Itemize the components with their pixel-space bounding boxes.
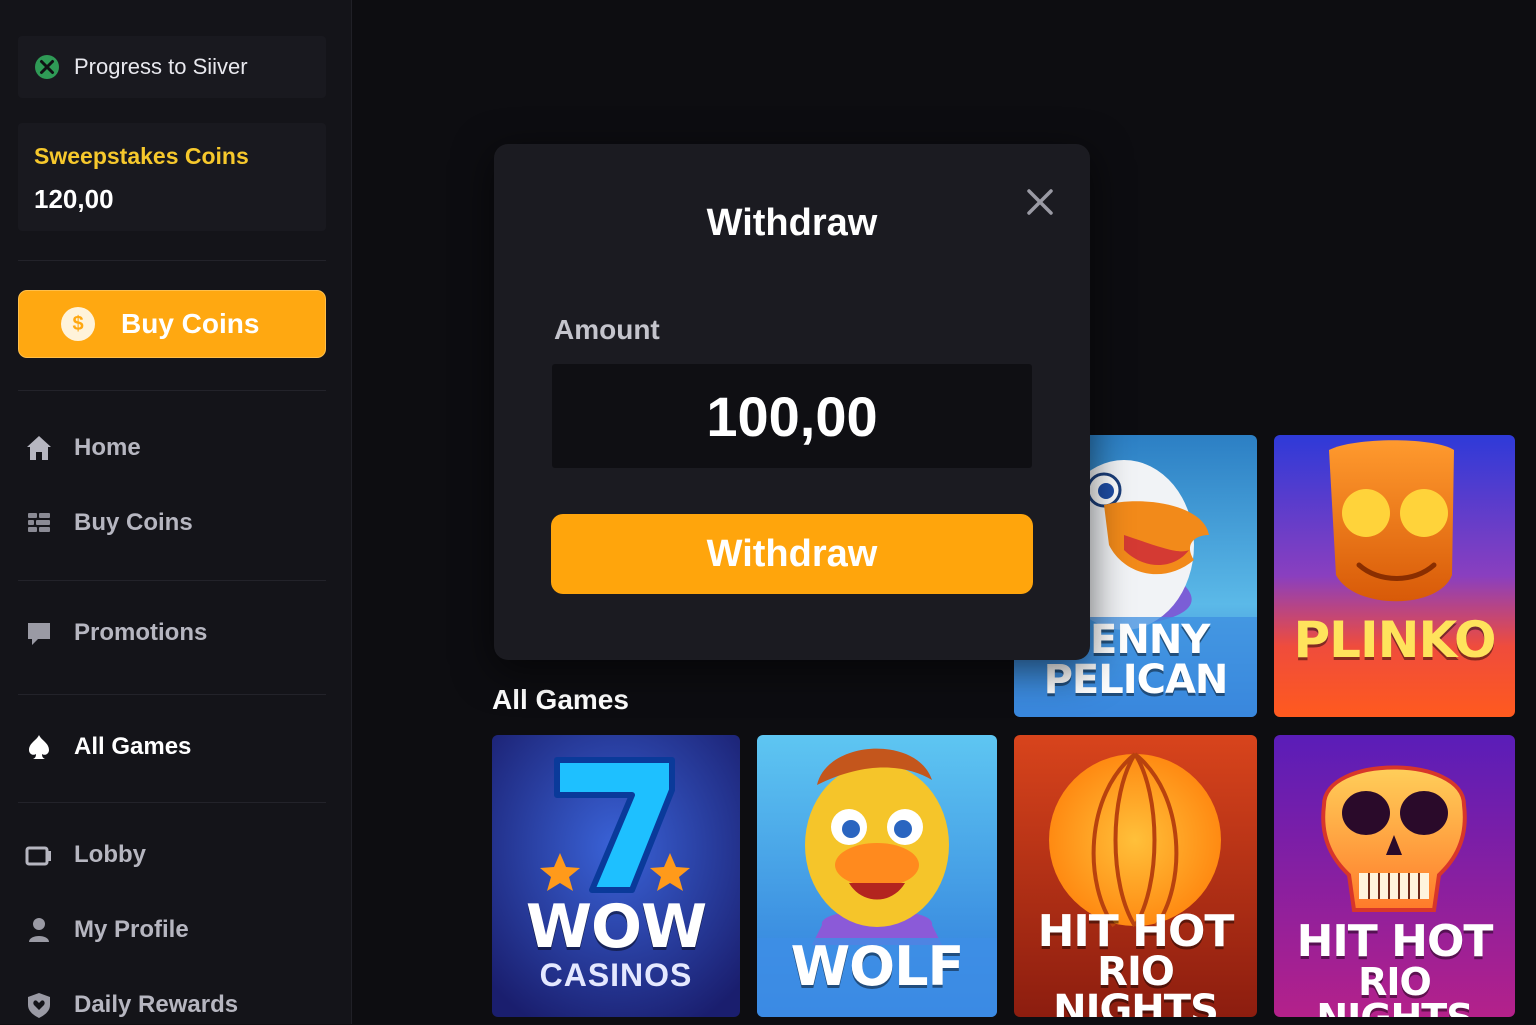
amount-input[interactable] — [552, 364, 1032, 468]
tile-subtitle: CASINOS — [539, 957, 693, 993]
nav-item-home[interactable]: Home — [24, 428, 141, 468]
nav-label: Buy Coins — [74, 509, 193, 536]
grid-icon — [24, 508, 54, 538]
nav-item-daily-rewards[interactable]: Daily Rewards — [24, 985, 238, 1025]
game-tile-wolf[interactable]: WOLF — [757, 735, 997, 1017]
withdraw-submit-button[interactable]: Withdraw — [551, 514, 1033, 594]
game-tile-wow-casinos[interactable]: WOW CASINOS — [492, 735, 740, 1017]
user-icon — [24, 915, 54, 945]
modal-title: Withdraw — [706, 202, 878, 244]
progress-card[interactable]: Progress to Siiver — [18, 36, 326, 98]
sweepstakes-coins-card: Sweepstakes Coins 120,00 — [18, 123, 326, 231]
amount-label: Amount — [554, 314, 660, 345]
sidebar: Progress to Siiver Sweepstakes Coins 120… — [0, 0, 352, 1024]
home-icon — [24, 433, 54, 463]
tile-title: HIT HOT — [1037, 906, 1235, 957]
divider — [18, 580, 326, 581]
tile-title: PELICAN — [1043, 657, 1229, 703]
tile-title: HIT HOT — [1296, 916, 1494, 967]
dollar-coin-icon: $ — [61, 307, 95, 341]
tile-title: WOLF — [790, 935, 965, 998]
nav-label: All Games — [74, 733, 192, 760]
tile-title: PLINKO — [1293, 611, 1497, 669]
nav-label: My Profile — [74, 916, 189, 943]
close-icon[interactable] — [1020, 182, 1060, 222]
buy-coins-label: Buy Coins — [121, 308, 260, 339]
nav-label: Promotions — [74, 619, 208, 646]
section-title-all-games: All Games — [492, 684, 629, 715]
game-tile-hit-hot-rio-nights[interactable]: HIT HOT RIO NIGHTS — [1014, 735, 1257, 1017]
game-tile-plinko[interactable]: PLINKO — [1274, 435, 1515, 717]
progress-label: Progress to Siiver — [74, 54, 248, 79]
tile-title: RIO NIGHTS — [1053, 949, 1219, 1017]
coins-title: Sweepstakes Coins — [34, 143, 249, 169]
nav-label: Daily Rewards — [74, 991, 239, 1018]
nav-label: Lobby — [74, 841, 146, 868]
lobby-icon — [24, 840, 54, 870]
nav-label: Home — [74, 434, 141, 461]
divider — [18, 260, 326, 261]
nav-item-buy-coins[interactable]: Buy Coins — [24, 503, 193, 543]
nav-item-my-profile[interactable]: My Profile — [24, 910, 189, 950]
game-tile-hit-hot-rio-nights-skull[interactable]: HIT HOT RIO NIGHTS — [1274, 735, 1515, 1017]
nav-item-all-games[interactable]: All Games — [24, 727, 191, 767]
heart-shield-icon — [24, 990, 54, 1020]
nav-item-promotions[interactable]: Promotions — [24, 613, 207, 653]
buy-coins-button[interactable]: $ Buy Coins — [18, 290, 326, 358]
close-circle-icon — [35, 55, 59, 79]
withdraw-modal: Withdraw Amount Withdraw — [494, 144, 1090, 660]
spade-icon — [24, 732, 54, 762]
divider — [18, 802, 326, 803]
chat-bubble-icon — [24, 618, 54, 648]
tile-title: RIO NIGHTS — [1316, 960, 1473, 1017]
coins-balance: 120,00 — [34, 184, 114, 214]
plinko-artwork — [1274, 435, 1515, 717]
divider — [18, 390, 326, 391]
tile-title: WOW — [525, 892, 707, 962]
divider — [18, 694, 326, 695]
nav-item-lobby[interactable]: Lobby — [24, 835, 146, 875]
